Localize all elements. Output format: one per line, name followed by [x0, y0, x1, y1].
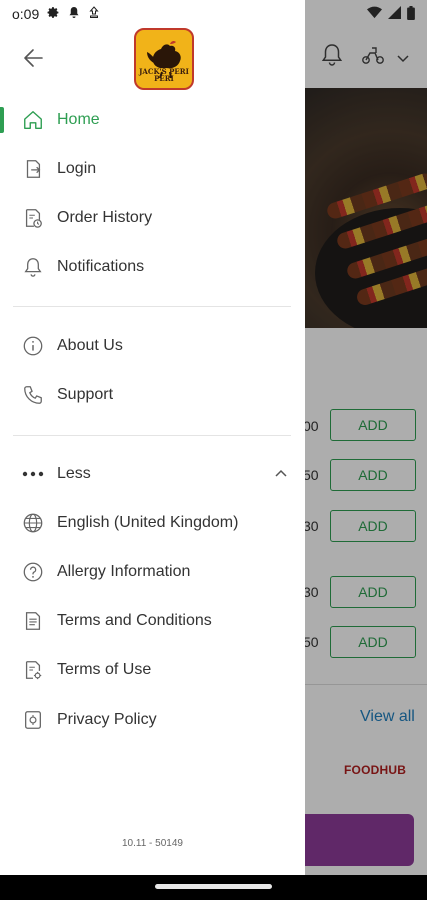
menu-label: Order History: [57, 209, 153, 226]
home-gesture-handle[interactable]: [155, 884, 272, 889]
gear-icon: [47, 6, 60, 22]
globe-icon: [22, 512, 44, 534]
menu-divider: [13, 306, 291, 307]
menu-item-privacy-policy[interactable]: Privacy Policy: [0, 696, 305, 744]
menu-label: Login: [57, 160, 97, 177]
menu-item-allergy-information[interactable]: Allergy Information: [0, 548, 305, 596]
menu-label: Home: [57, 111, 100, 128]
download-icon: [88, 6, 100, 22]
chevron-up-icon: [274, 465, 288, 483]
wifi-icon: [367, 6, 382, 22]
status-bar: o:09: [0, 0, 427, 28]
menu-item-terms-and-conditions[interactable]: Terms and Conditions: [0, 597, 305, 645]
more-dots-icon: [22, 463, 44, 485]
navigation-drawer: JACK'S PERI PERI Home Login Order Histor…: [0, 0, 305, 875]
notification-bell-icon: [68, 6, 80, 22]
menu-label: Privacy Policy: [57, 711, 157, 728]
document-icon: [22, 610, 44, 632]
menu-label: Allergy Information: [57, 563, 191, 580]
drawer-header: JACK'S PERI PERI: [0, 28, 305, 92]
document-settings-icon: [22, 659, 44, 681]
menu-label: About Us: [57, 337, 123, 354]
logo-text: JACK'S PERI PERI: [139, 67, 189, 83]
system-navigation-bar: [0, 875, 427, 900]
menu-item-support[interactable]: Support: [0, 371, 305, 419]
menu-item-language[interactable]: English (United Kingdom): [0, 499, 305, 547]
privacy-icon: [22, 709, 44, 731]
battery-icon: [407, 5, 415, 23]
menu-item-home[interactable]: Home: [0, 96, 305, 144]
menu-label: Terms and Conditions: [57, 612, 212, 629]
menu-item-about-us[interactable]: About Us: [0, 322, 305, 370]
restaurant-logo: JACK'S PERI PERI: [134, 28, 194, 90]
menu-label: Terms of Use: [57, 661, 152, 678]
menu-item-notifications[interactable]: Notifications: [0, 243, 305, 291]
cell-signal-icon: [388, 6, 401, 22]
menu-item-order-history[interactable]: Order History: [0, 194, 305, 242]
phone-icon: [22, 384, 44, 406]
login-icon: [22, 158, 44, 180]
menu-item-login[interactable]: Login: [0, 145, 305, 193]
home-icon: [22, 109, 44, 131]
back-arrow-icon[interactable]: [20, 44, 48, 72]
menu-label: Notifications: [57, 258, 145, 275]
info-icon: [22, 335, 44, 357]
menu-label: English (United Kingdom): [57, 514, 239, 531]
bell-icon: [22, 256, 44, 278]
status-time: o:09: [12, 6, 40, 22]
menu-label: Support: [57, 386, 114, 403]
order-history-icon: [22, 207, 44, 229]
question-icon: [22, 561, 44, 583]
menu-label: Less: [57, 465, 91, 482]
menu-toggle-less[interactable]: Less: [0, 450, 305, 498]
app-version: 10.11 - 50149: [122, 838, 183, 849]
menu-divider: [13, 435, 291, 436]
menu-item-terms-of-use[interactable]: Terms of Use: [0, 646, 305, 694]
